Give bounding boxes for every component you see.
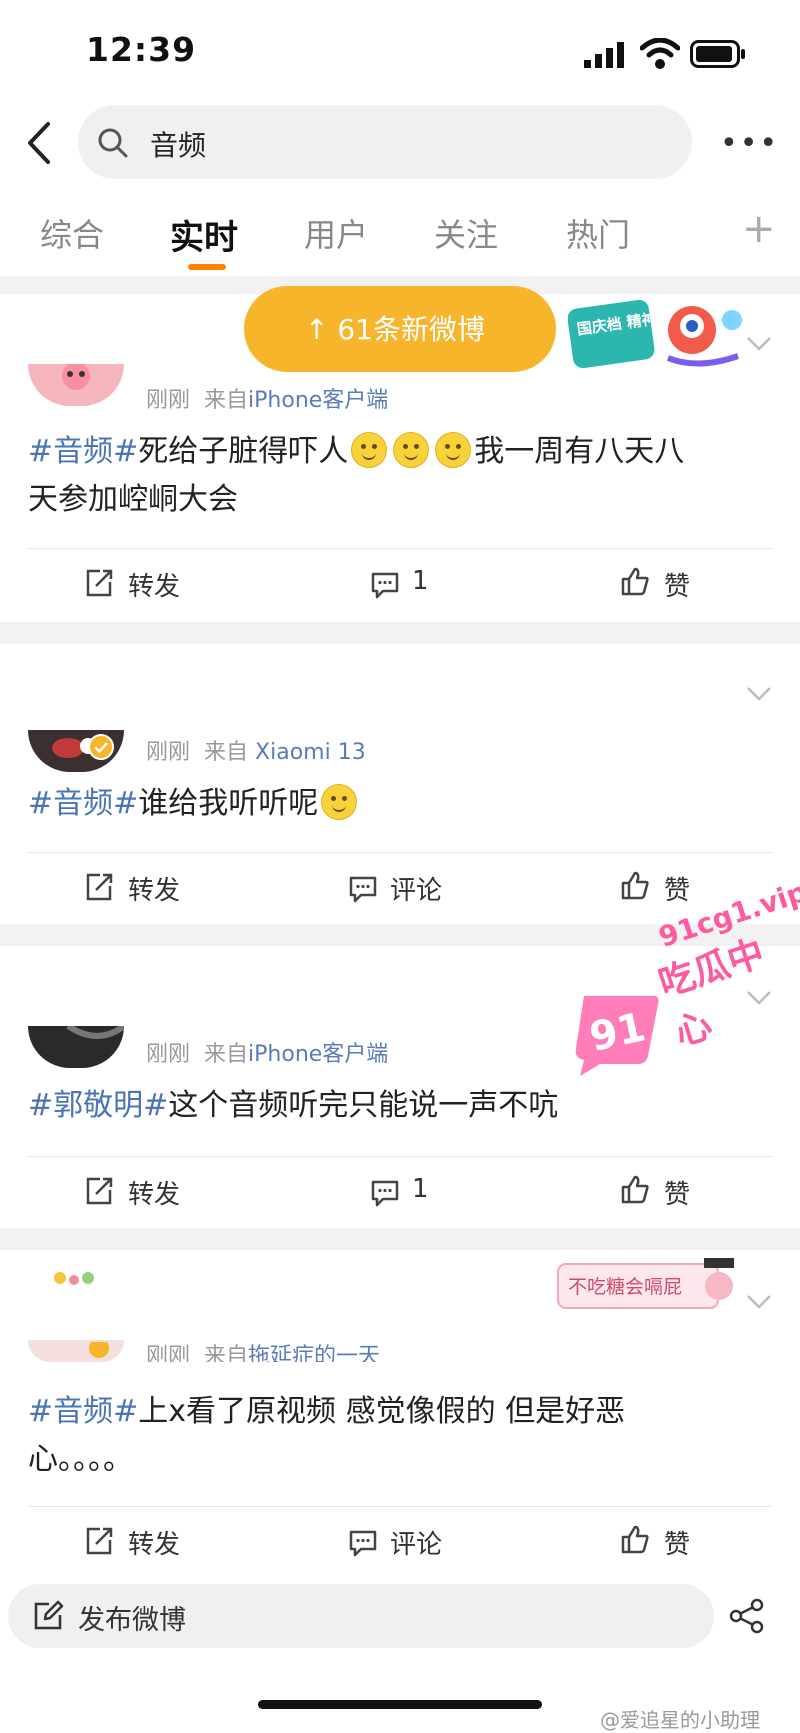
hashtag-link[interactable]: #郭敬明#: [28, 1088, 168, 1123]
repost-icon[interactable]: [84, 1176, 114, 1206]
repost-label[interactable]: 转发: [128, 1524, 180, 1561]
sticker-image: 不吃糖会嗝屁: [557, 1258, 734, 1309]
chevron-down-icon[interactable]: [746, 686, 772, 702]
more-options-icon[interactable]: •••: [720, 126, 777, 162]
post-meta: 刚刚 来自iPhone客户端: [146, 382, 388, 414]
comment-icon[interactable]: [370, 1178, 400, 1208]
divider: [28, 852, 772, 853]
like-label[interactable]: 赞: [664, 1174, 690, 1211]
hashtag-link[interactable]: #音频#: [28, 1394, 138, 1429]
post-text: #郭敬明#这个音频听完只能说一声不吭: [28, 1082, 768, 1130]
tab-hot[interactable]: 热门: [566, 210, 630, 256]
post-meta: 刚刚 来自iPhone客户端: [146, 1036, 388, 1068]
cellular-signal-icon: [584, 42, 624, 68]
repost-label[interactable]: 转发: [128, 1174, 180, 1211]
compose-icon: [34, 1600, 64, 1630]
home-indicator: [258, 1700, 542, 1709]
like-icon[interactable]: [620, 870, 650, 900]
search-query: 音频: [150, 129, 207, 162]
like-label[interactable]: 赞: [664, 1524, 690, 1561]
post-source[interactable]: iPhone客户端: [248, 1042, 388, 1067]
post-time: 刚刚: [146, 740, 191, 765]
back-arrow-icon[interactable]: [22, 118, 56, 168]
tab-users[interactable]: 用户: [304, 210, 368, 256]
like-icon[interactable]: [620, 1524, 650, 1554]
watermark-logo: 91: [575, 996, 659, 1076]
repost-icon[interactable]: [84, 872, 114, 902]
post-time: 刚刚: [146, 1042, 191, 1067]
comment-icon[interactable]: [348, 1528, 378, 1558]
post-text-segment: 谁给我听听呢: [138, 786, 319, 821]
divider: [28, 548, 772, 549]
repost-icon[interactable]: [84, 568, 114, 598]
divider: [28, 1156, 772, 1157]
post-source-prefix: 来自: [204, 1344, 249, 1362]
comment-icon[interactable]: [370, 570, 400, 600]
comment-icon[interactable]: [348, 874, 378, 904]
smile-emoji-icon: [435, 431, 472, 468]
post-time: 刚刚: [146, 388, 191, 413]
tab-following[interactable]: 关注: [434, 210, 498, 256]
verified-badge-icon: [89, 1342, 109, 1358]
sticker-text: 不吃糖会嗝屁: [568, 1276, 682, 1298]
like-icon[interactable]: [620, 566, 650, 596]
comment-count[interactable]: 1: [412, 566, 429, 596]
divider: [28, 1506, 772, 1507]
share-icon[interactable]: [728, 1598, 766, 1634]
status-time: 12:39: [86, 30, 197, 69]
post-meta: 刚刚 来自拖延症的一天: [146, 1338, 380, 1362]
repost-icon[interactable]: [84, 1526, 114, 1556]
smile-emoji-icon: [351, 431, 388, 468]
new-posts-banner-text: ↑ 61条新微博: [305, 313, 485, 346]
post-time: 刚刚: [146, 1344, 191, 1362]
pleading-emoji-icon: [321, 783, 358, 820]
like-label[interactable]: 赞: [664, 566, 690, 603]
tab-comprehensive[interactable]: 综合: [40, 210, 104, 256]
post-meta: 刚刚 来自 Xiaomi 13: [146, 734, 366, 766]
post-text-segment: 心。。。。: [28, 1442, 133, 1477]
post-source-prefix: 来自: [204, 388, 249, 413]
hashtag-link[interactable]: #音频#: [28, 786, 138, 821]
comment-label[interactable]: 评论: [390, 1524, 442, 1561]
post-text: #音频#上x看了原视频 感觉像假的 但是好恶 心。。。。: [28, 1388, 768, 1484]
post-source-prefix: 来自: [204, 1042, 249, 1067]
like-icon[interactable]: [620, 1174, 650, 1204]
like-label[interactable]: 赞: [664, 870, 690, 907]
comment-label[interactable]: 评论: [390, 870, 442, 907]
post-text-segment: 死给子脏得吓人: [138, 434, 349, 469]
repost-label[interactable]: 转发: [128, 566, 180, 603]
wifi-icon: [640, 38, 680, 69]
smile-emoji-icon: [393, 431, 430, 468]
post-text-segment: 我一周有八天八: [474, 434, 685, 469]
post-source[interactable]: iPhone客户端: [248, 388, 388, 413]
compose-placeholder: 发布微博: [78, 1605, 186, 1636]
post-text: #音频#谁给我听听呢: [28, 780, 768, 828]
avatar-decoration-icon: [54, 1272, 94, 1285]
active-tab-indicator: [188, 264, 226, 270]
promo-badge-image[interactable]: 国庆档 精神股东: [568, 298, 748, 370]
verified-badge-icon: [88, 734, 114, 760]
post-text-segment: 天参加崆峒大会: [28, 482, 238, 517]
comment-count[interactable]: 1: [412, 1174, 429, 1204]
repost-label[interactable]: 转发: [128, 870, 180, 907]
post-source[interactable]: 拖延症的一天: [248, 1344, 380, 1362]
source-credit: @爱追星的小助理: [600, 1708, 760, 1732]
hashtag-link[interactable]: #音频#: [28, 434, 138, 469]
post-text: #音频#死给子脏得吓人 我一周有八天八 天参加崆峒大会: [28, 428, 768, 524]
chevron-down-icon[interactable]: [746, 336, 772, 352]
post-source[interactable]: Xiaomi 13: [255, 740, 366, 765]
search-icon: [98, 128, 128, 158]
post-source-prefix: 来自: [204, 740, 249, 765]
chevron-down-icon[interactable]: [746, 1294, 772, 1310]
post-text-segment: 上x看了原视频 感觉像假的 但是好恶: [138, 1394, 626, 1429]
battery-icon: [690, 40, 745, 68]
add-tab-icon[interactable]: +: [742, 206, 776, 252]
tab-realtime[interactable]: 实时: [170, 210, 238, 259]
post-text-segment: 这个音频听完只能说一声不吭: [168, 1088, 559, 1123]
tab-bar: [0, 190, 800, 276]
